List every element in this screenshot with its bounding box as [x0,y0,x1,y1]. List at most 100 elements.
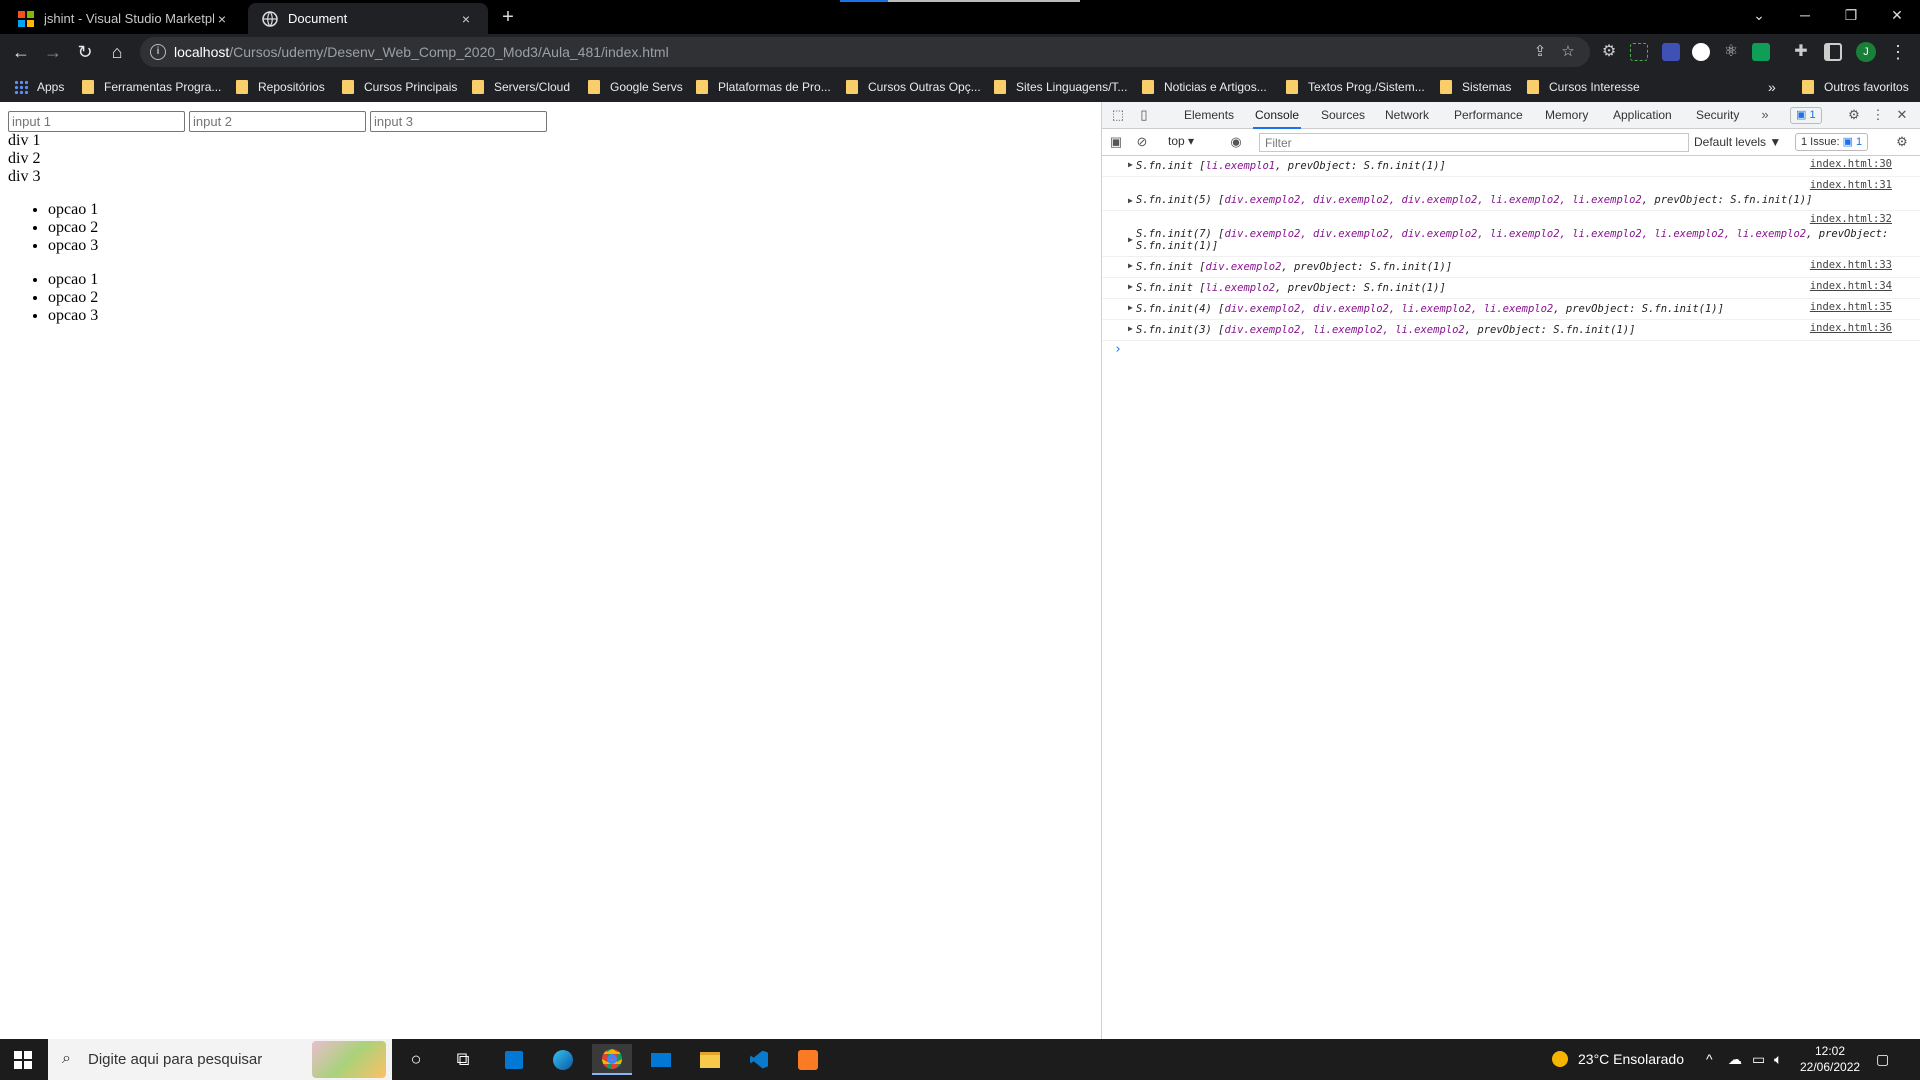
extension-green-icon[interactable] [1752,43,1770,61]
bookmark-folder[interactable]: Cursos Outras Opç... [846,78,981,96]
forward-arrow-icon[interactable]: → [40,39,66,65]
new-tab-button[interactable]: + [496,6,520,30]
bookmark-folder[interactable]: Textos Prog./Sistem... [1286,78,1425,96]
tab-elements[interactable]: Elements [1182,102,1236,129]
source-link[interactable]: index.html:33 [1810,259,1892,271]
reload-icon[interactable]: ↻ [72,39,98,65]
menu-dots-icon[interactable]: ⋮ [1888,40,1908,64]
device-toolbar-icon[interactable]: ▯ [1136,107,1152,123]
clock[interactable]: 12:02 22/06/2022 [1800,1043,1860,1075]
console-row[interactable]: ▶ S.fn.init(7) [div.exemplo2, div.exempl… [1102,211,1920,257]
close-tab-icon[interactable]: × [214,11,230,27]
source-link[interactable]: index.html:30 [1810,158,1892,170]
source-link[interactable]: index.html:31 [1810,179,1892,191]
messages-badge[interactable]: ▣ 1 [1790,107,1822,124]
tab-console[interactable]: Console [1253,102,1302,129]
vscode-icon[interactable] [739,1044,779,1075]
console-row[interactable]: ▶ S.fn.init(3) [div.exemplo2, li.exemplo… [1102,320,1920,341]
console-prompt-line[interactable]: › [1102,341,1920,361]
eye-icon[interactable]: ◉ [1228,134,1244,150]
tab-application[interactable]: Application [1611,102,1674,129]
close-tab-icon[interactable]: × [458,11,474,27]
mail-icon[interactable] [641,1044,681,1075]
bookmark-folder[interactable]: Sites Linguagens/T... [994,78,1127,96]
expand-arrow-icon[interactable]: ▶ [1128,160,1133,169]
sidebar-toggle-icon[interactable]: ▣ [1108,134,1124,150]
expand-arrow-icon[interactable]: ▶ [1128,324,1133,333]
input-1[interactable] [8,111,185,132]
source-link[interactable]: index.html:35 [1810,301,1892,313]
input-2[interactable] [189,111,366,132]
tab-memory[interactable]: Memory [1543,102,1590,129]
bookmark-apps[interactable]: Apps [14,78,64,96]
input-3[interactable] [370,111,547,132]
source-link[interactable]: index.html:34 [1810,280,1892,292]
xampp-icon[interactable] [788,1044,828,1075]
inspect-element-icon[interactable]: ⬚ [1110,107,1126,123]
bookmark-folder[interactable]: Cursos Interesse [1527,78,1640,96]
site-info-icon[interactable]: i [150,44,166,60]
close-devtools-icon[interactable]: ✕ [1894,107,1910,123]
settings-gear-icon[interactable]: ⚙ [1846,107,1862,123]
extension-icon[interactable] [1662,43,1680,61]
context-selector[interactable]: top ▾ [1168,134,1194,148]
bookmarks-overflow-button[interactable]: » [1768,78,1776,96]
log-levels-dropdown[interactable]: Default levels ▼ [1694,135,1781,149]
tab-search-icon[interactable]: ⌄ [1736,0,1782,30]
address-bar[interactable]: i localhost/Cursos/udemy/Desenv_Web_Comp… [140,37,1590,67]
windows-start-icon[interactable] [14,1051,32,1069]
extension-circle-icon[interactable] [1692,43,1710,61]
url-text[interactable]: localhost/Cursos/udemy/Desenv_Web_Comp_2… [174,44,669,60]
cortana-icon[interactable]: ○ [396,1044,436,1075]
store-icon[interactable] [494,1044,534,1075]
bookmark-folder[interactable]: Repositórios [236,78,325,96]
tab-jshint[interactable]: jshint - Visual Studio Marketplace × [4,3,244,34]
extension-gear-icon[interactable]: ⚙ [1600,43,1618,61]
more-tabs-icon[interactable]: » [1757,107,1773,123]
show-hidden-icons-icon[interactable]: ^ [1706,1051,1713,1067]
bookmark-star-icon[interactable]: ☆ [1558,42,1578,62]
extension-screenshot-icon[interactable] [1630,43,1648,61]
bookmark-folder[interactable]: Ferramentas Progra... [82,78,221,96]
filter-input[interactable]: Filter [1259,133,1689,152]
profile-avatar[interactable]: J [1856,42,1876,62]
chrome-icon[interactable] [592,1044,632,1075]
bookmark-folder[interactable]: Sistemas [1440,78,1511,96]
notifications-icon[interactable]: ▢ [1876,1051,1889,1068]
expand-arrow-icon[interactable]: ▶ [1128,282,1133,291]
home-icon[interactable]: ⌂ [104,39,130,65]
taskbar-search[interactable]: ⌕ Digite aqui para pesquisar [48,1039,392,1080]
weather-widget[interactable]: 23°C Ensolarado [1552,1051,1684,1067]
onedrive-cloud-icon[interactable]: ☁ [1728,1051,1742,1068]
tab-document[interactable]: Document × [248,3,488,34]
close-window-button[interactable]: ✕ [1874,0,1920,30]
tab-performance[interactable]: Performance [1452,102,1525,129]
expand-arrow-icon[interactable]: ▶ [1128,303,1133,312]
task-view-icon[interactable]: ⧉ [443,1044,483,1075]
side-panel-icon[interactable] [1824,43,1842,61]
file-explorer-icon[interactable] [690,1044,730,1075]
console-settings-icon[interactable]: ⚙ [1894,134,1910,150]
bookmark-folder[interactable]: Plataformas de Pro... [696,78,831,96]
expand-arrow-icon[interactable]: ▶ [1128,261,1133,270]
source-link[interactable]: index.html:36 [1810,322,1892,334]
console-row[interactable]: ▶ S.fn.init(4) [div.exemplo2, div.exempl… [1102,299,1920,320]
tab-network[interactable]: Network [1383,102,1431,129]
extensions-puzzle-icon[interactable]: ✚ [1792,43,1810,61]
back-arrow-icon[interactable]: ← [8,39,34,65]
console-row[interactable]: ▶ S.fn.init [li.exemplo2, prevObject: S.… [1102,278,1920,299]
console-row[interactable]: ▶ S.fn.init [li.exemplo1, prevObject: S.… [1102,156,1920,177]
issues-button[interactable]: 1 Issue: ▣ 1 [1795,133,1869,151]
console-row[interactable]: ▶ S.fn.init [div.exemplo2, prevObject: S… [1102,257,1920,278]
share-icon[interactable]: ⇪ [1530,42,1550,62]
tab-security[interactable]: Security [1694,102,1741,129]
react-devtools-icon[interactable]: ⚛ [1722,43,1740,61]
edge-icon[interactable] [543,1044,583,1075]
network-icon[interactable]: ▭ [1752,1051,1765,1068]
bookmark-folder[interactable]: Google Servs [588,78,683,96]
minimize-button[interactable]: ─ [1782,0,1828,30]
expand-arrow-icon[interactable]: ▶ [1128,196,1133,205]
bookmark-folder[interactable]: Noticias e Artigos... [1142,78,1267,96]
devtools-menu-icon[interactable]: ⋮ [1870,107,1886,123]
tab-sources[interactable]: Sources [1319,102,1367,129]
